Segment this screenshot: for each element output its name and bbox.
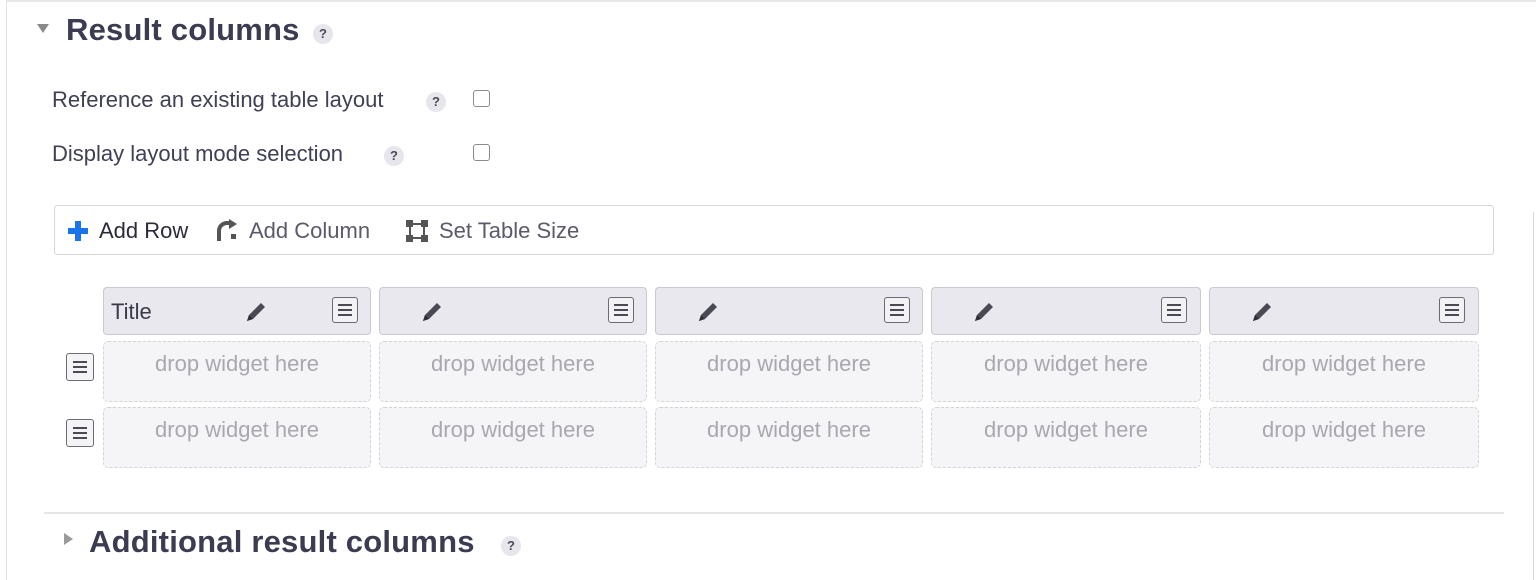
resize-icon [406, 220, 428, 242]
column-menu-icon[interactable] [1161, 297, 1187, 323]
set-table-size-button[interactable]: Set Table Size [405, 206, 579, 256]
column-header [379, 287, 647, 335]
drop-zone[interactable]: drop widget here [1209, 407, 1479, 468]
column-menu-icon[interactable] [1439, 297, 1465, 323]
drop-zone[interactable]: drop widget here [103, 341, 371, 402]
section-title: Result columns [66, 12, 300, 47]
set-table-size-label: Set Table Size [439, 218, 580, 243]
help-icon[interactable]: ? [384, 146, 404, 166]
add-row-button[interactable]: Add Row [67, 206, 188, 256]
drop-zone[interactable]: drop widget here [655, 341, 923, 402]
expand-caret-icon[interactable] [64, 533, 73, 545]
column-title: Title [111, 299, 152, 324]
reference-table-layout-label: Reference an existing table layout [52, 87, 384, 112]
drop-zone[interactable]: drop widget here [379, 341, 647, 402]
collapse-caret-icon[interactable] [37, 24, 49, 33]
section-divider [44, 512, 1504, 514]
panel-top-border [6, 0, 1536, 2]
drop-zone[interactable]: drop widget here [379, 407, 647, 468]
column-header [931, 287, 1201, 335]
help-icon[interactable]: ? [501, 536, 521, 556]
display-layout-mode-checkbox[interactable] [473, 144, 490, 161]
drop-zone[interactable]: drop widget here [655, 407, 923, 468]
row-menu-icon[interactable] [66, 353, 94, 381]
column-header: Title [103, 287, 371, 335]
panel-right-border [1533, 212, 1534, 580]
add-column-button[interactable]: Add Column [215, 206, 370, 256]
pencil-icon[interactable] [696, 300, 720, 324]
column-header [655, 287, 923, 335]
column-menu-icon[interactable] [884, 297, 910, 323]
drop-zone[interactable]: drop widget here [931, 341, 1201, 402]
plus-icon [68, 221, 88, 241]
drop-zone[interactable]: drop widget here [103, 407, 371, 468]
add-column-label: Add Column [249, 218, 371, 243]
pencil-icon[interactable] [972, 300, 996, 324]
redo-arrow-icon [217, 219, 237, 241]
pencil-icon[interactable] [420, 300, 444, 324]
drop-zone[interactable]: drop widget here [931, 407, 1201, 468]
table-toolbar: Add Row Add Column Set Table Size [54, 205, 1494, 255]
pencil-icon[interactable] [1250, 300, 1274, 324]
help-icon[interactable]: ? [426, 92, 446, 112]
display-layout-mode-label: Display layout mode selection [52, 141, 344, 166]
row-menu-icon[interactable] [66, 419, 94, 447]
help-icon[interactable]: ? [313, 24, 333, 44]
column-header [1209, 287, 1479, 335]
reference-table-layout-checkbox[interactable] [473, 90, 490, 107]
drop-zone[interactable]: drop widget here [1209, 341, 1479, 402]
column-menu-icon[interactable] [608, 297, 634, 323]
add-row-label: Add Row [99, 218, 189, 243]
additional-section-title[interactable]: Additional result columns [89, 524, 475, 560]
pencil-icon[interactable] [244, 300, 268, 324]
panel-left-border [6, 0, 7, 580]
column-menu-icon[interactable] [332, 297, 358, 323]
